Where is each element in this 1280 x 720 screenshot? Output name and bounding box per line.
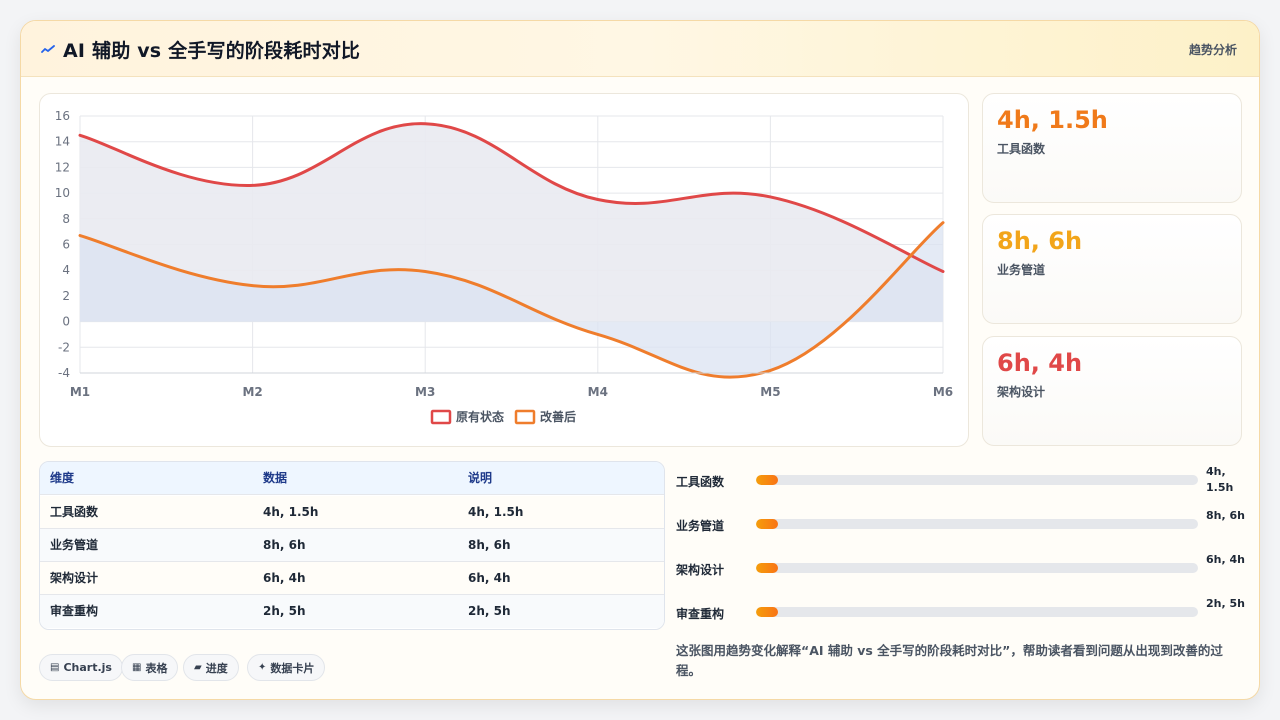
page-title: AI 辅助 vs 全手写的阶段耗时对比 [63,40,361,62]
progress-fill [756,607,779,617]
progress-value: 8h, 6h [1206,509,1245,522]
table-header-cell: 维度 [50,471,75,485]
y-tick-label: -2 [58,340,70,354]
chip-progress[interactable]: ▰ 进度 [183,654,239,681]
progress-fill [756,519,779,529]
trend-chart: 16 14 12 10 8 6 4 2 0 -2 -4M1 M2 M3 M4 M5 M6 原有状态 改善后 [55,109,953,425]
chip-label: 表格 [145,661,168,675]
dashboard-panel: AI 辅助 vs 全手写的阶段耗时对比 趋势分析 16 14 12 10 8 6 4 2 0 -2… [20,20,1260,700]
chart-description: 这张图用趋势变化解释“AI 辅助 vs 全手写的阶段耗时对比”，帮助读者看到问题… [676,643,1223,678]
stat-label: 业务管道 [997,263,1046,277]
progress-label: 审查重构 [676,607,725,621]
table-cell: 架构设计 [50,571,99,585]
progress-row: 工具函数 4h, 1.5h [676,461,1236,501]
chip-label: 数据卡片 [270,661,315,675]
y-tick-label: 16 [55,109,70,123]
progress-label: 业务管道 [676,519,725,533]
y-tick-label: 14 [55,135,70,149]
x-tick-label: M3 [415,385,435,399]
table-row: 架构设计 6h, 4h 6h, 4h [40,562,664,595]
y-tick-label: -4 [58,366,70,380]
progress-track [756,563,1198,573]
legend-swatch [430,409,452,425]
y-tick-label: 0 [62,315,70,329]
chip-label: Chart.js [63,661,112,674]
stat-value: 6h, 4h [997,349,1083,377]
table-cell: 4h, 1.5h [468,505,524,519]
x-tick-label: M1 [70,385,90,399]
table-cell: 6h, 4h [468,571,511,585]
chart-card: 16 14 12 10 8 6 4 2 0 -2 -4 M1 M2 M3 M4 M5 M6 原有状态 改善后 [39,93,969,447]
table-cell: 审查重构 [50,604,99,618]
progress-row: 架构设计 6h, 4h [676,549,1245,589]
stat-card-1: 4h, 1.5h 工具函数 [982,93,1242,203]
progress-label: 工具函数 [676,475,725,489]
progress-icon: ▰ [194,662,202,673]
legend-swatch [514,409,536,425]
table-icon: ▦ [132,662,142,673]
y-tick-label: 4 [62,263,70,277]
progress-track [756,519,1198,529]
trend-analysis-link[interactable]: 趋势分析 [1189,41,1237,58]
table-cell: 6h, 4h [263,571,306,585]
y-tick-label: 6 [62,238,70,252]
x-tick-label: M4 [588,385,608,399]
stat-label: 工具函数 [997,142,1046,156]
chip-chartjs[interactable]: ▤ Chart.js [39,654,123,681]
table-header-cell: 说明 [468,471,493,485]
y-tick-label: 2 [62,289,70,303]
y-tick-label: 8 [62,212,70,226]
stat-value: 8h, 6h [997,227,1083,255]
table-header-row: 维度 数据 说明 [40,462,664,495]
table-cell: 2h, 5h [263,604,306,618]
table-row: 业务管道 8h, 6h 8h, 6h [40,529,664,562]
table-row: 审查重构 2h, 5h 2h, 5h [40,595,664,628]
progress-row: 业务管道 8h, 6h [676,505,1245,545]
progress-label: 架构设计 [676,563,725,577]
table-cell: 8h, 6h [468,538,511,552]
x-tick-label: M2 [242,385,262,399]
progress-fill [756,475,779,485]
stat-label: 架构设计 [997,385,1046,399]
progress-value: 6h, 4h [1206,553,1245,566]
table-cell: 8h, 6h [263,538,306,552]
table-header-cell: 数据 [263,471,288,485]
y-tick-label: 12 [55,160,70,174]
progress-track [756,607,1198,617]
data-table: 维度 数据 说明 工具函数 4h, 1.5h 4h, 1.5h 业务管道 8h,… [39,461,665,630]
progress-row: 审查重构 2h, 5h [676,593,1245,633]
panel-header: AI 辅助 vs 全手写的阶段耗时对比 趋势分析 [21,21,1259,77]
title-group: AI 辅助 vs 全手写的阶段耗时对比 [41,36,360,63]
progress-value: 2h, 5h [1206,597,1245,610]
x-tick-label: M6 [933,385,953,399]
table-row: 工具函数 4h, 1.5h 4h, 1.5h [40,496,664,529]
stat-card-2: 8h, 6h 业务管道 [982,214,1242,324]
stat-value: 4h, 1.5h [997,106,1108,134]
table-cell: 工具函数 [50,505,99,519]
progress-fill [756,563,779,573]
stat-card-3: 6h, 4h 架构设计 [982,336,1242,446]
legend-label: 改善后 [540,409,576,424]
table-cell: 2h, 5h [468,604,511,618]
table-cell: 业务管道 [50,538,99,552]
chip-label: 进度 [205,661,228,675]
chip-table[interactable]: ▦ 表格 [121,654,179,681]
wave-icon [41,44,55,53]
sparkle-icon: ✦ [258,662,267,673]
y-tick-label: 10 [55,186,70,200]
progress-value: 4h, 1.5h [1206,465,1234,494]
progress-track [756,475,1198,485]
table-cell: 4h, 1.5h [263,505,319,519]
chart-icon: ▤ [50,662,60,673]
chip-data-cards[interactable]: ✦ 数据卡片 [247,654,326,681]
x-tick-label: M5 [760,385,780,399]
legend-label: 原有状态 [456,409,504,424]
